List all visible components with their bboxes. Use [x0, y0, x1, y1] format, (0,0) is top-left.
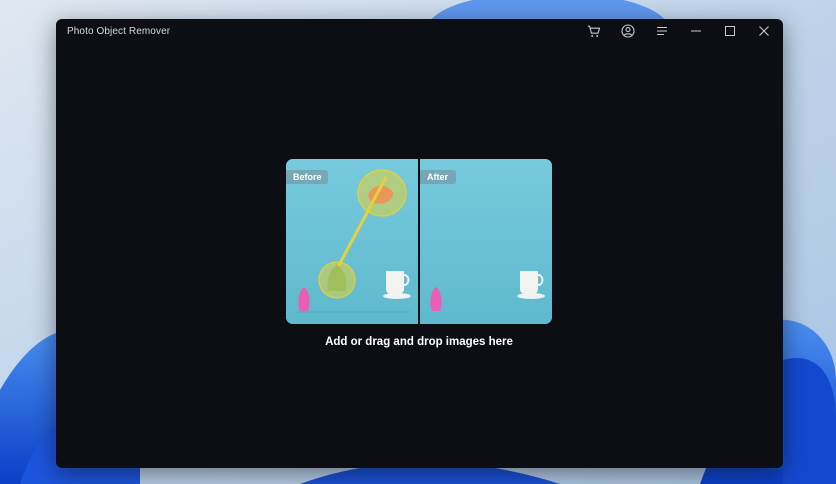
- close-icon: [758, 25, 770, 37]
- drop-zone-label[interactable]: Add or drag and drop images here: [286, 336, 552, 348]
- menu-icon: [656, 26, 668, 36]
- minimize-button[interactable]: [679, 19, 713, 43]
- user-circle-icon: [621, 24, 635, 38]
- close-button[interactable]: [747, 19, 781, 43]
- minimize-icon: [690, 26, 702, 36]
- titlebar: Photo Object Remover: [56, 19, 783, 45]
- app-window: Photo Object Remover Before After Add or…: [56, 19, 783, 468]
- cart-icon: [587, 25, 601, 38]
- before-label: Before: [286, 170, 328, 184]
- account-button[interactable]: [611, 19, 645, 43]
- comparison-divider: [418, 159, 420, 324]
- app-title: Photo Object Remover: [67, 26, 171, 37]
- menu-button[interactable]: [645, 19, 679, 43]
- before-after-preview: Before After: [286, 159, 552, 324]
- cart-button[interactable]: [577, 19, 611, 43]
- image-drop-zone[interactable]: Before After Add or drag and drop images…: [286, 159, 552, 359]
- after-label: After: [420, 170, 456, 184]
- maximize-icon: [724, 25, 736, 37]
- maximize-button[interactable]: [713, 19, 747, 43]
